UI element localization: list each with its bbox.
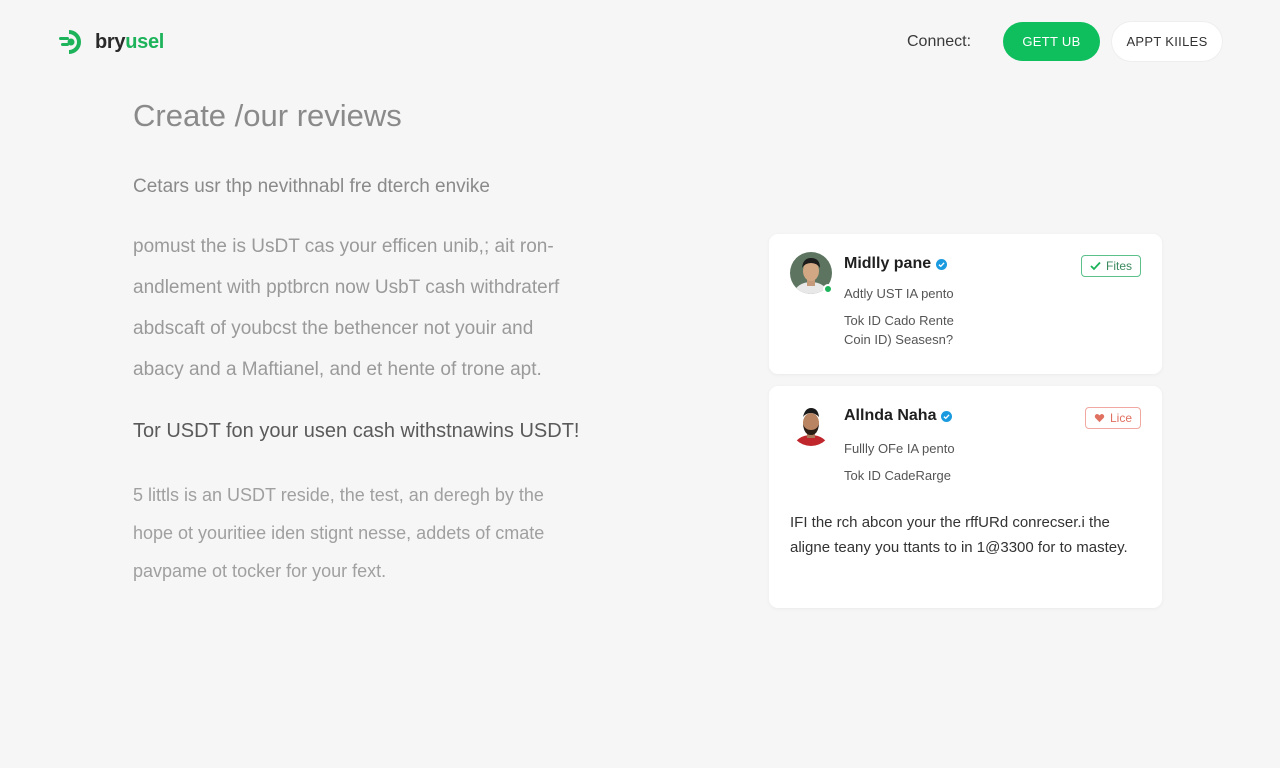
note-line: 5 littls is an USDT reside, the test, an… (133, 485, 544, 505)
reviewer-meta: Tok ID CadeRarge (844, 468, 951, 483)
verified-icon (941, 410, 953, 422)
paragraph-line: abacy and a Maftianel, and et hente of t… (133, 359, 542, 380)
reviewer-meta: Coin ID) Seasesn? (844, 332, 954, 347)
note-line: pavpame ot tocker for your fext. (133, 561, 387, 581)
secondary-cta-button[interactable]: APPT KIILES (1112, 22, 1222, 61)
subheading: Tor USDT fon your usen cash withstnawins… (133, 420, 580, 442)
page: bryusel Connect: GETT UB APPT KIILES Cre… (0, 0, 1280, 768)
review-card[interactable]: Allnda Naha Fullly OFe IA pento Tok ID C… (769, 386, 1162, 608)
reviewer-name: Allnda Naha (844, 407, 953, 425)
like-badge[interactable]: Lice (1084, 407, 1141, 429)
review-card[interactable]: Midlly pane Adtly UST IA pento Tok ID Ca… (769, 234, 1162, 374)
primary-cta-button[interactable]: GETT UB (1003, 22, 1100, 61)
note-paragraph: 5 littls is an USDT reside, the test, an… (133, 476, 633, 590)
note-line: hope ot youritiee iden stignt nesse, add… (133, 523, 545, 543)
check-icon (1090, 261, 1101, 271)
paragraph-line: andlement with pptbrcn now UsbT cash wit… (133, 277, 560, 298)
page-title: Create /our reviews (133, 98, 402, 133)
avatar-image (790, 404, 832, 446)
avatar[interactable] (790, 404, 832, 446)
reviewer-meta: Tok ID Cado Rente (844, 313, 954, 328)
connect-link[interactable]: Connect: (907, 33, 971, 51)
intro-paragraph: pomust the is UsDT cas your efficen unib… (133, 226, 633, 390)
verified-icon (936, 258, 948, 270)
paragraph-line: abdscaft of youbcst the bethencer not yo… (133, 318, 534, 339)
heart-icon (1094, 414, 1105, 423)
reviewer-meta: Fullly OFe IA pento (844, 441, 955, 456)
logo-icon (59, 30, 81, 54)
paragraph-line: pomust the is UsDT cas your efficen unib… (133, 236, 554, 257)
status-badge[interactable]: Fites (1080, 255, 1141, 277)
logo-text: bryusel (95, 30, 165, 53)
reviewer-name: Midlly pane (844, 255, 948, 273)
lead-text: Cetars usr thp nevithnabl fre dterch env… (133, 176, 490, 197)
online-status-indicator (823, 284, 833, 294)
reviewer-meta: Adtly UST IA pento (844, 286, 954, 301)
review-text: IFI the rch abcon your the rffURd conrec… (790, 514, 1128, 556)
brand-logo[interactable]: bryusel (57, 28, 164, 56)
